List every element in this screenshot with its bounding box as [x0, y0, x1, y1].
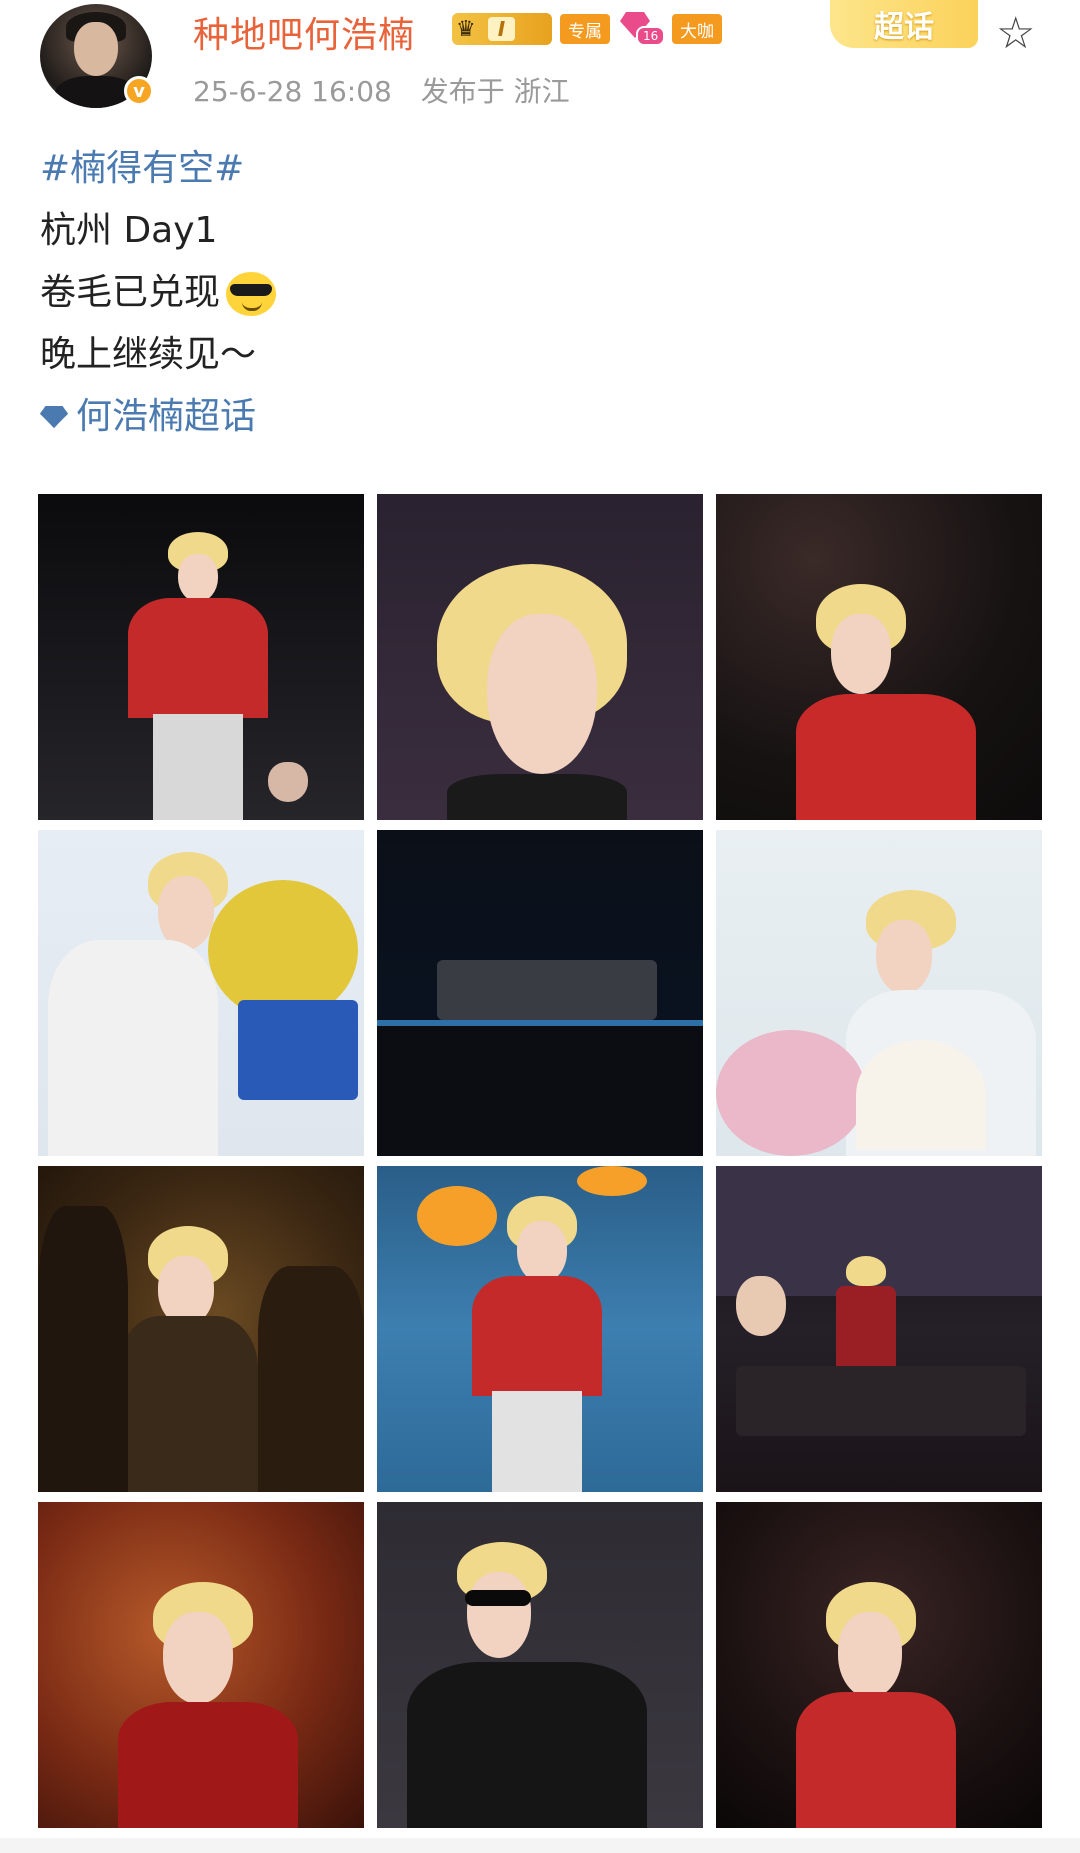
verified-badge-icon: v [124, 76, 154, 106]
bottom-divider [0, 1838, 1080, 1853]
post-line-1: 杭州 Day1 [40, 210, 218, 251]
photo-1[interactable] [38, 494, 364, 820]
star-icon[interactable]: ☆ [996, 12, 1035, 56]
post-meta: 25-6-28 16:08 发布于 浙江 [193, 70, 590, 110]
photo-9[interactable] [716, 1166, 1042, 1492]
photo-11[interactable] [377, 1502, 703, 1828]
post-line-2-row: 卷毛已兑现 [40, 262, 1040, 324]
photo-4[interactable] [38, 830, 364, 1156]
supertopic-diamond-icon [40, 406, 68, 428]
photo-2[interactable] [377, 494, 703, 820]
photo-3[interactable] [716, 494, 1042, 820]
post-timestamp: 25-6-28 16:08 [193, 75, 392, 108]
photo-7[interactable] [38, 1166, 364, 1492]
supertopic-link-label: 何浩楠超话 [76, 396, 257, 437]
supertopic-link[interactable]: 何浩楠超话 [40, 386, 1040, 448]
post-line-2: 卷毛已兑现 [40, 272, 221, 313]
vip-tag[interactable]: 大咖 [672, 14, 722, 44]
post-line-3: 晚上继续见～ [40, 334, 257, 375]
fans-level-badge[interactable]: 16 [618, 12, 666, 46]
supertopic-button[interactable]: 超话 [830, 0, 978, 48]
user-badges: ♛ I 专属 16 大咖 [452, 12, 722, 46]
hashtag-link[interactable]: #楠得有空# [40, 138, 1040, 200]
sunglasses-emoji-icon [226, 272, 278, 316]
post-header: v 种地吧何浩楠 ♛ I 专属 16 大咖 超话 ☆ 25-6-28 16:08… [0, 0, 1080, 128]
crown-icon: ♛ [456, 16, 476, 42]
username[interactable]: 种地吧何浩楠 [193, 6, 415, 58]
level-badge-text: I [487, 17, 516, 41]
photo-grid [38, 494, 1042, 1828]
photo-5[interactable] [377, 830, 703, 1156]
level-badge[interactable]: ♛ I [452, 13, 552, 45]
exclusive-tag[interactable]: 专属 [560, 14, 610, 44]
fans-level-number: 16 [636, 26, 666, 46]
photo-6[interactable] [716, 830, 1042, 1156]
photo-10[interactable] [38, 1502, 364, 1828]
post-content: #楠得有空# 杭州 Day1 卷毛已兑现 晚上继续见～ 何浩楠超话 [40, 138, 1040, 448]
post-location: 发布于 浙江 [420, 75, 570, 108]
photo-12[interactable] [716, 1502, 1042, 1828]
photo-8[interactable] [377, 1166, 703, 1492]
